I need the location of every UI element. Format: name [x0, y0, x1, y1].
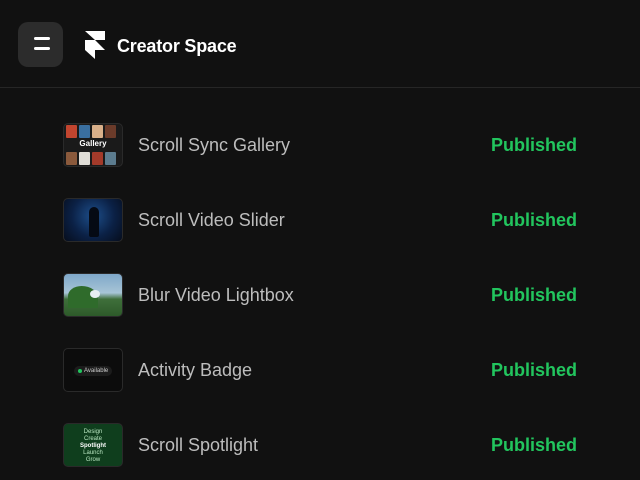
- spotlight-line: Launch: [83, 450, 103, 456]
- thumb-tile: [92, 152, 103, 165]
- thumb-tile: [66, 125, 77, 138]
- list-item[interactable]: Blur Video Lightbox Published: [0, 256, 640, 331]
- badge-pill: Available: [74, 366, 112, 376]
- spotlight-thumbnail: Design Create Spotlight Launch Grow: [63, 423, 123, 467]
- component-list: Gallery Scroll Sync Gallery Published Sc…: [0, 106, 640, 480]
- thumb-label: Gallery: [79, 139, 107, 148]
- figure-silhouette: [89, 207, 99, 237]
- status-badge: Published: [490, 360, 577, 380]
- status-badge: Published: [490, 210, 577, 230]
- item-title: Activity Badge: [138, 360, 253, 380]
- spotlight-line: Grow: [85, 457, 101, 463]
- gallery-thumbnail: Gallery: [63, 123, 123, 167]
- spotlight-lines: Design Create Spotlight Launch Grow: [64, 429, 122, 464]
- list-item[interactable]: Design Create Spotlight Launch Grow Scro…: [0, 406, 640, 480]
- status-dot-icon: [78, 369, 82, 373]
- activity-badge-thumbnail: Available: [63, 348, 123, 392]
- status-badge: Published: [490, 135, 577, 155]
- status-badge: Published: [490, 435, 577, 455]
- item-title: Scroll Video Slider: [138, 210, 285, 230]
- spotlight-line: Design: [83, 429, 103, 435]
- badge-text: Available: [84, 368, 109, 374]
- item-title: Blur Video Lightbox: [138, 285, 294, 305]
- item-title: Scroll Sync Gallery: [138, 135, 291, 155]
- item-title: Scroll Spotlight: [138, 435, 259, 455]
- thumb-tile: [92, 125, 103, 138]
- spotlight-line-highlight: Spotlight: [80, 443, 106, 449]
- bird-shape: [90, 290, 100, 298]
- page: Creator Space Gallery Scroll Sync Galler…: [0, 0, 640, 480]
- video-slider-thumbnail: [63, 198, 123, 242]
- list-item[interactable]: Scroll Video Slider Published: [0, 181, 640, 256]
- status-badge: Published: [490, 285, 577, 305]
- thumb-tile: [79, 152, 90, 165]
- menu-icon-bar: [34, 47, 50, 50]
- brand-title[interactable]: Creator Space: [117, 35, 237, 57]
- list-item[interactable]: Available Activity Badge Published: [0, 331, 640, 406]
- menu-icon: [34, 37, 50, 40]
- framer-logo-icon[interactable]: [84, 30, 106, 60]
- spotlight-line: Create: [83, 436, 102, 442]
- thumb-tile: [66, 152, 77, 165]
- list-item[interactable]: Gallery Scroll Sync Gallery Published: [0, 106, 640, 181]
- top-bar: Creator Space: [0, 0, 640, 88]
- lightbox-thumbnail: [63, 273, 123, 317]
- thumb-tile: [105, 125, 116, 138]
- thumb-tile: [105, 152, 116, 165]
- menu-button[interactable]: [18, 22, 63, 67]
- thumb-tile: [79, 125, 90, 138]
